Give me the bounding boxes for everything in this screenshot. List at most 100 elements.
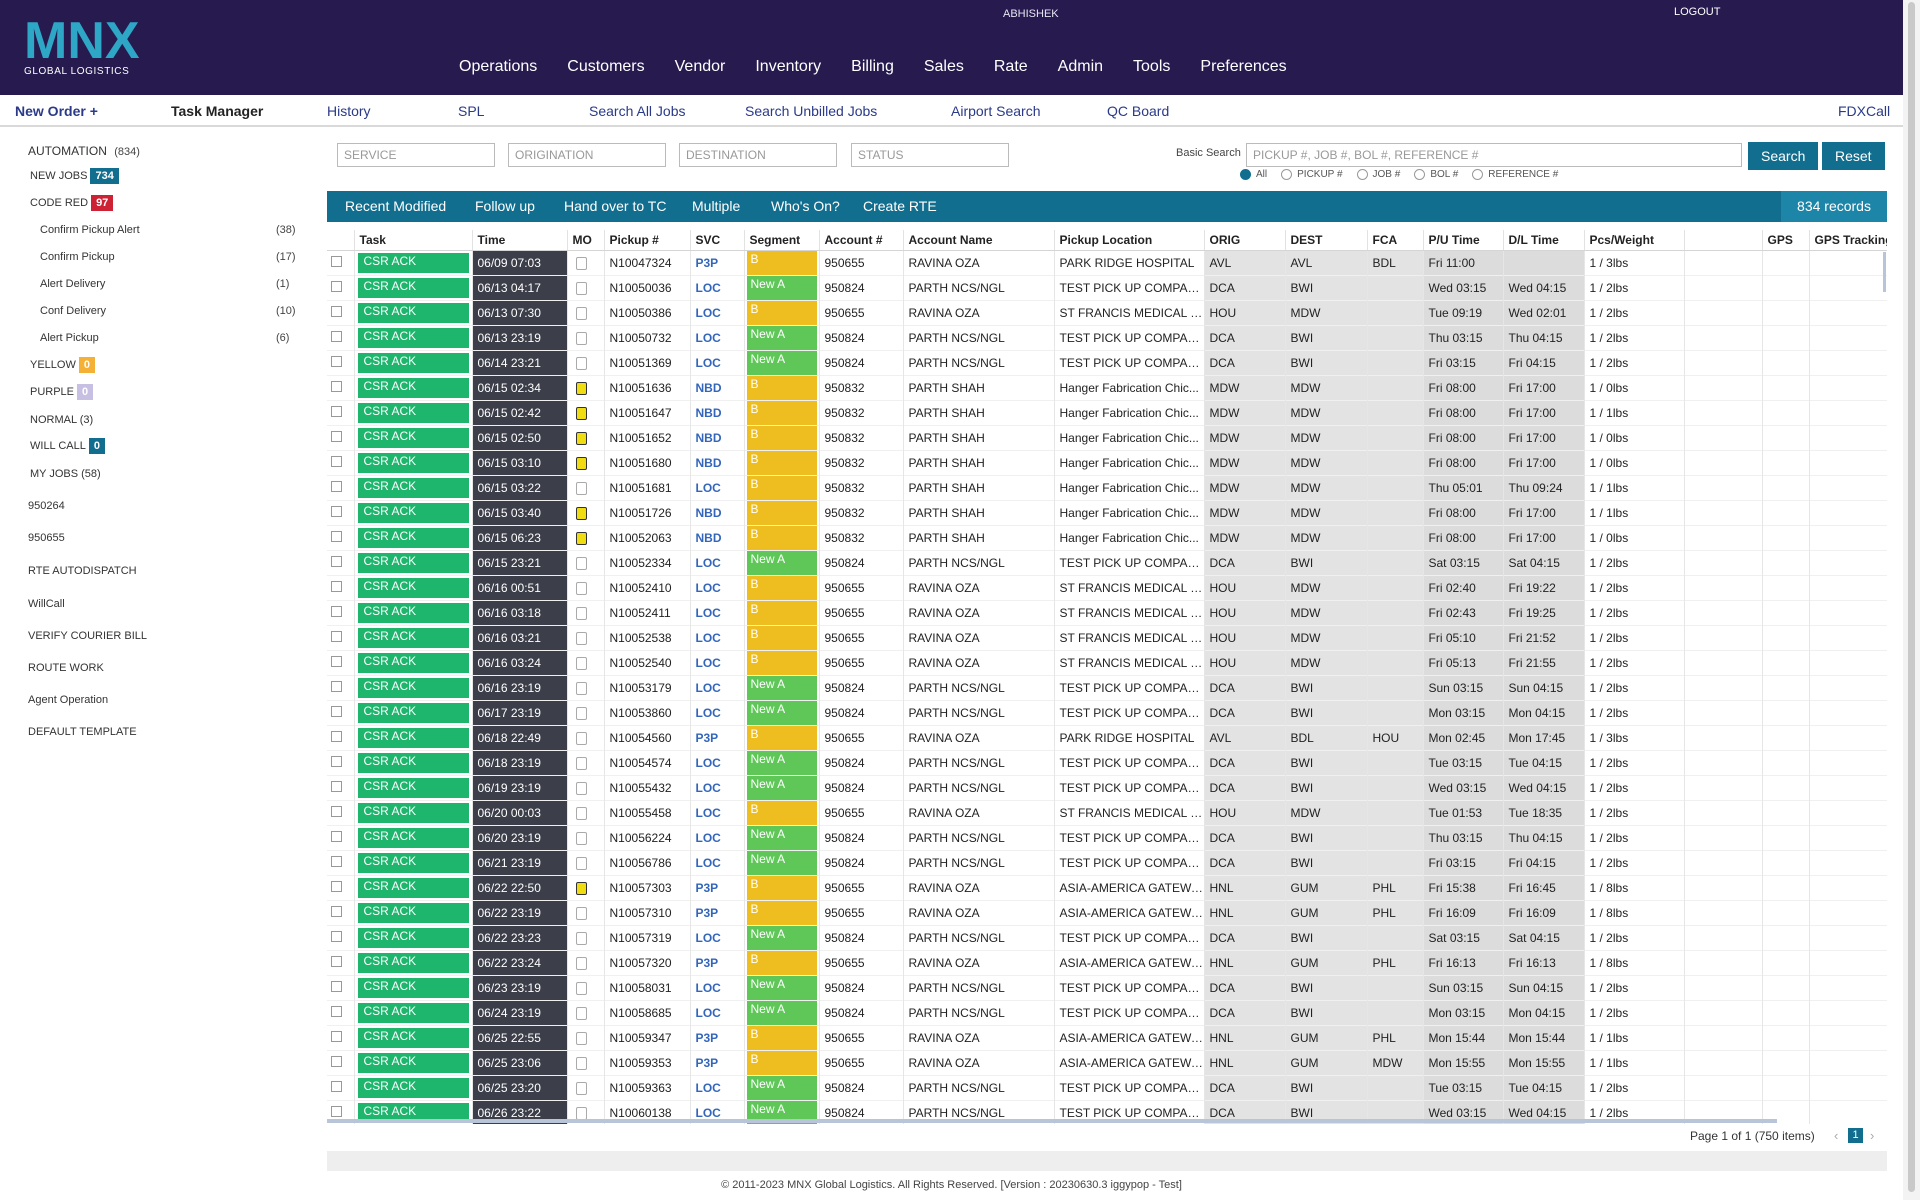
page-scrollbar-thumb[interactable] (1908, 2, 1915, 1192)
radio-all[interactable]: All (1240, 169, 1267, 180)
nav-billing[interactable]: Billing (851, 58, 894, 76)
table-row[interactable]: CSR ACK 06/23 23:19 N10058031 LOC New A 95082… (327, 975, 1887, 1000)
nav-sales[interactable]: Sales (924, 58, 964, 76)
page-scrollbar[interactable] (1903, 0, 1920, 1200)
row-checkbox[interactable] (331, 1005, 342, 1017)
note-icon[interactable] (575, 331, 587, 345)
sidebar-code-red[interactable]: CODE RED 97 (30, 195, 114, 211)
note-icon[interactable] (575, 306, 587, 320)
sidebar-purple[interactable]: PURPLE 0 (30, 384, 94, 400)
table-row[interactable]: CSR ACK 06/09 07:03 N10047324 P3P B 950655 RAV… (327, 250, 1887, 275)
row-checkbox[interactable] (331, 980, 342, 992)
row-checkbox[interactable] (331, 780, 342, 792)
task-status-chip[interactable]: CSR ACK (357, 727, 469, 748)
sidebar-item-confirm-pickup[interactable]: Confirm Pickup (40, 251, 115, 263)
logout-link[interactable]: LOGOUT (1674, 6, 1720, 18)
sidebar-automation[interactable]: AUTOMATION (834) (28, 144, 140, 158)
sidebar-item-rte-autodispatch[interactable]: RTE AUTODISPATCH (28, 565, 137, 577)
table-row[interactable]: CSR ACK 06/22 22:50 N10057303 P3P B 950655 RAV… (327, 875, 1887, 900)
col-header-orig[interactable]: ORIG (1204, 230, 1286, 251)
task-status-chip[interactable]: CSR ACK (357, 652, 469, 673)
sidebar-item-conf-delivery[interactable]: Conf Delivery (40, 305, 106, 317)
task-status-chip[interactable]: CSR ACK (357, 1002, 469, 1023)
task-status-chip[interactable]: CSR ACK (357, 977, 469, 998)
table-row[interactable]: CSR ACK 06/14 23:21 N10051369 LOC New A 95082… (327, 350, 1887, 375)
row-checkbox[interactable] (331, 805, 342, 817)
row-checkbox[interactable] (331, 1030, 342, 1042)
note-icon[interactable] (575, 656, 587, 670)
task-status-chip[interactable]: CSR ACK (357, 952, 469, 973)
task-status-chip[interactable]: CSR ACK (357, 802, 469, 823)
table-row[interactable]: CSR ACK 06/22 23:19 N10057310 P3P B 950655 RAV… (327, 900, 1887, 925)
note-icon[interactable] (575, 256, 587, 270)
grid-vertical-scrollbar[interactable] (1883, 252, 1886, 292)
task-status-chip[interactable]: CSR ACK (357, 402, 469, 423)
table-row[interactable]: CSR ACK 06/20 00:03 N10055458 LOC B 950655 RAV… (327, 800, 1887, 825)
table-row[interactable]: CSR ACK 06/16 03:24 N10052540 LOC B 950655 RAV… (327, 650, 1887, 675)
row-checkbox[interactable] (331, 530, 342, 542)
table-row[interactable]: CSR ACK 06/25 23:20 N10059363 LOC New A 95082… (327, 1075, 1887, 1100)
note-icon[interactable] (575, 1081, 587, 1095)
col-header-task[interactable]: Task (354, 230, 473, 251)
table-row[interactable]: CSR ACK 06/15 02:50 N10051652 NBD B 950832 PAR… (327, 425, 1887, 450)
table-row[interactable]: CSR ACK 06/22 23:23 N10057319 LOC New A 95082… (327, 925, 1887, 950)
pager-page-1[interactable]: 1 (1848, 1128, 1863, 1143)
col-header-segment[interactable]: Segment (744, 230, 820, 251)
row-checkbox[interactable] (331, 1080, 342, 1092)
note-icon[interactable] (575, 1031, 587, 1045)
row-checkbox[interactable] (331, 755, 342, 767)
sidebar-yellow[interactable]: YELLOW 0 (30, 357, 95, 373)
nav-inventory[interactable]: Inventory (755, 58, 821, 76)
row-checkbox[interactable] (331, 855, 342, 867)
table-row[interactable]: CSR ACK 06/16 00:51 N10052410 LOC B 950655 RAV… (327, 575, 1887, 600)
task-status-chip[interactable]: CSR ACK (357, 277, 469, 298)
task-status-chip[interactable]: CSR ACK (357, 752, 469, 773)
task-status-chip[interactable]: CSR ACK (357, 777, 469, 798)
task-status-chip[interactable]: CSR ACK (357, 602, 469, 623)
note-icon[interactable] (575, 781, 587, 795)
table-row[interactable]: CSR ACK 06/13 04:17 N10050036 LOC New A 95082… (327, 275, 1887, 300)
task-status-chip[interactable]: CSR ACK (357, 1052, 469, 1073)
task-status-chip[interactable]: CSR ACK (357, 327, 469, 348)
status-filter[interactable] (851, 143, 1009, 167)
sidebar-item-alert-delivery[interactable]: Alert Delivery (40, 278, 105, 290)
sidebar-item-default-template[interactable]: DEFAULT TEMPLATE (28, 726, 137, 738)
recent-modified-button[interactable]: Recent Modified (345, 198, 446, 214)
row-checkbox[interactable] (331, 1055, 342, 1067)
row-checkbox[interactable] (331, 880, 342, 892)
table-row[interactable]: CSR ACK 06/15 02:42 N10051647 NBD B 950832 PAR… (327, 400, 1887, 425)
fdxcall-link[interactable]: FDXCall (1838, 103, 1890, 119)
row-checkbox[interactable] (331, 705, 342, 717)
nav-operations[interactable]: Operations (459, 58, 537, 76)
pager-prev-icon[interactable]: ‹ (1834, 1128, 1838, 1143)
table-row[interactable]: CSR ACK 06/15 03:40 N10051726 NBD B 950832 PAR… (327, 500, 1887, 525)
task-status-chip[interactable]: CSR ACK (357, 677, 469, 698)
note-highlighted-icon[interactable] (575, 881, 587, 895)
multiple-button[interactable]: Multiple (692, 198, 740, 214)
row-checkbox[interactable] (331, 1105, 342, 1117)
note-icon[interactable] (575, 556, 587, 570)
col-header-account-number[interactable]: Account # (819, 230, 904, 251)
table-row[interactable]: CSR ACK 06/13 23:19 N10050732 LOC New A 95082… (327, 325, 1887, 350)
grid-horizontal-scrollbar[interactable] (327, 1119, 1777, 1123)
radio-pickup[interactable]: PICKUP # (1281, 169, 1343, 180)
table-row[interactable]: CSR ACK 06/18 23:19 N10054574 LOC New A 95082… (327, 750, 1887, 775)
sidebar-my-jobs[interactable]: MY JOBS (58) (30, 468, 101, 480)
row-checkbox[interactable] (331, 480, 342, 492)
pager-next-icon[interactable]: › (1870, 1128, 1874, 1143)
table-row[interactable]: CSR ACK 06/17 23:19 N10053860 LOC New A 95082… (327, 700, 1887, 725)
task-status-chip[interactable]: CSR ACK (357, 852, 469, 873)
sidebar-new-jobs[interactable]: NEW JOBS 734 (30, 168, 119, 184)
sidebar-normal[interactable]: NORMAL (3) (30, 414, 93, 426)
nav-rate[interactable]: Rate (994, 58, 1028, 76)
row-checkbox[interactable] (331, 305, 342, 317)
row-checkbox[interactable] (331, 505, 342, 517)
row-checkbox[interactable] (331, 630, 342, 642)
qc-board-link[interactable]: QC Board (1107, 103, 1169, 119)
mnx-logo[interactable]: MNX GLOBAL LOGISTICS (24, 14, 164, 82)
task-status-chip[interactable]: CSR ACK (357, 352, 469, 373)
sidebar-item-willcall[interactable]: WillCall (28, 598, 65, 610)
task-status-chip[interactable]: CSR ACK (357, 452, 469, 473)
row-checkbox[interactable] (331, 330, 342, 342)
table-row[interactable]: CSR ACK 06/16 23:19 N10053179 LOC New A 95082… (327, 675, 1887, 700)
